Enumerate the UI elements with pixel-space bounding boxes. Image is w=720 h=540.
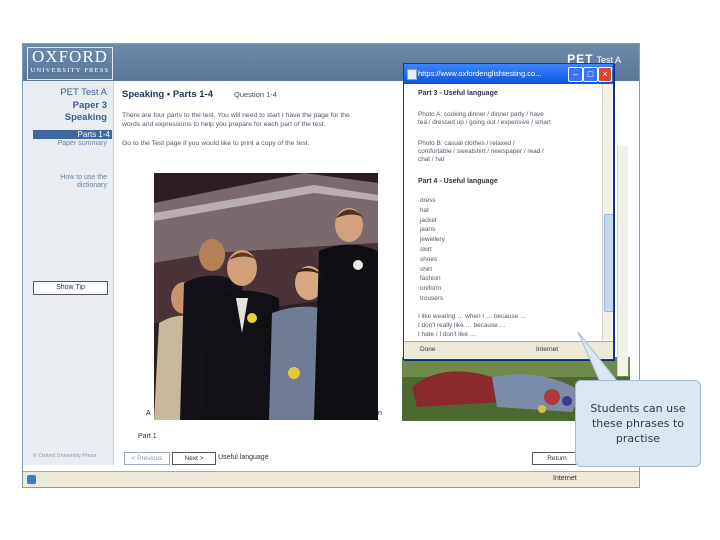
instructions-print: Go to the Test page if you would like to… [122,140,310,147]
phrase-2: I don't really like … because … [418,322,506,329]
nav-test: PET Test A [60,87,107,98]
popup-scrollbar[interactable] [602,84,613,340]
left-navigation: PET Test A Paper 3 Speaking Parts 1-4 Pa… [23,81,114,465]
maximize-icon[interactable]: □ [583,67,598,82]
nav-link-paper-summary[interactable]: Paper summary [58,140,107,148]
word-list-item: skirt [420,246,432,253]
nav-link-dictionary[interactable]: dictionary [77,182,107,190]
popup-scroll-thumb[interactable] [604,214,613,312]
photo-illustration [154,173,378,420]
useful-language-popup: https://www.oxfordenglishtesting.co... –… [403,63,614,360]
show-tip-button[interactable]: Show Tip [33,281,108,295]
previous-button[interactable]: < Previous [124,452,170,465]
nav-link-how-to-line1[interactable]: How to use the [60,174,107,182]
word-list-item: jacket [420,216,437,224]
word-list-item: fashion [420,275,441,283]
callout-line2: these phrases to [591,417,685,430]
photo-b-line1: Photo B: casual clothes / relaxed / [418,140,515,147]
word-list-item: trousers [420,295,444,302]
part-label: Part 1 [138,433,157,440]
page-icon [407,69,417,80]
word-list-item: uniform [420,285,442,293]
phrase-3: I hate / I don't like … [418,331,477,338]
heading-part3: Part 3 - Useful language [418,90,498,97]
nav-item-parts-1-4[interactable]: Parts 1-4 [33,130,112,139]
photo-b-line2: comfortable / sweatshirt / newspaper / r… [418,148,544,155]
callout-text: Students can use these phrases to practi… [576,401,700,446]
popup-content: Part 3 - Useful language Photo A: cookin… [404,84,602,340]
status-zone: Internet [553,475,577,482]
word-list-item: jewellery [420,236,445,244]
question-label: Question 1-4 [234,90,277,99]
nav-section: Speaking [64,112,107,123]
phrase-1: I like wearing … when I … because … [418,313,527,320]
photo-label-n: n [378,410,382,417]
photo-formal-students [154,173,378,420]
callout-line1: Students can use [590,402,686,415]
photo-a-line2: tea / dressed up / going out / expensive… [418,119,551,126]
heading-part4: Part 4 - Useful language [418,178,498,185]
page-icon [27,475,36,484]
popup-status-done: Done [420,346,436,353]
word-list-item: hat [420,206,429,214]
popup-status-zone: Internet [536,346,559,353]
word-list-item: shirt [420,265,433,273]
oxford-logo: OXFORD UNIVERSITY PRESS [27,47,113,80]
word-list-item: jeans [420,226,436,234]
photo-b-line3: chat / hat [418,156,445,163]
instructions-line1: There are four parts to the test. You wi… [122,112,350,119]
word-list-item: shoes [420,255,438,263]
logo-university-press: UNIVERSITY PRESS [30,67,110,74]
copyright-text: © Oxford University Press [33,453,97,459]
popup-title: https://www.oxfordenglishtesting.co... [418,69,542,78]
next-button[interactable]: Next > [172,452,216,465]
photo-label-a: A [146,410,151,417]
page-title: Speaking • Parts 1-4 [122,89,213,100]
callout-line3: practise [615,432,661,445]
photo-a-line1: Photo A: cooking dinner / dinner party /… [418,111,544,118]
useful-language-link[interactable]: Useful language [218,454,269,461]
status-bar: Internet [23,471,639,487]
logo-oxford: OXFORD [32,47,108,66]
close-icon[interactable]: × [598,67,612,82]
callout-box: Students can use these phrases to practi… [575,380,701,467]
minimize-icon[interactable]: – [568,67,583,82]
word-list-item: dress [420,197,436,204]
popup-titlebar[interactable]: https://www.oxfordenglishtesting.co... –… [404,64,613,84]
instructions-line2: words and expressions to help you prepar… [122,121,326,128]
nav-paper: Paper 3 [72,100,107,111]
